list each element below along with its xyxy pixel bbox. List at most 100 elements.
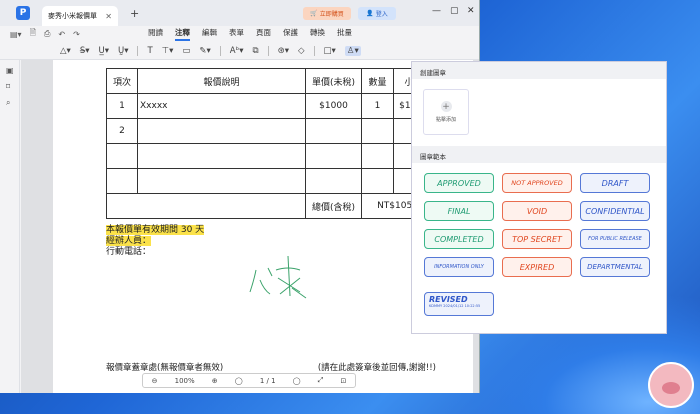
title-bar: P 麥秀小米報價單 ✕ + 🛒 立即購買 👤 登入 — ▢ ✕ bbox=[0, 0, 479, 26]
table-cell: $1000 bbox=[305, 93, 362, 119]
save-icon[interactable]: 🗎 bbox=[30, 27, 36, 41]
table-cell: 2 bbox=[106, 118, 138, 144]
menu-page[interactable]: 頁面 bbox=[256, 27, 271, 41]
undo-icon[interactable]: ↶ bbox=[58, 30, 65, 39]
table-cell bbox=[137, 118, 306, 144]
shape-tool-icon[interactable]: □▾ bbox=[324, 46, 336, 56]
validity-note: 本報價單有效期間 30 天 bbox=[106, 225, 205, 235]
stamp-information-only[interactable]: INFORMATION ONLY bbox=[424, 257, 494, 277]
stamp-approved[interactable]: APPROVED bbox=[424, 173, 494, 193]
text-format-icon[interactable]: Aᵇ▾ bbox=[230, 46, 244, 56]
sign-return-label: (請在此處簽章後並回傳,謝謝!!) bbox=[317, 363, 436, 373]
stamp-not-approved[interactable]: NOT APPROVED bbox=[502, 173, 572, 193]
stamp-area-label: 報價章蓋章處(無報價章者無效) bbox=[106, 363, 224, 373]
left-sidebar: ▣ ⌑ ⌕ bbox=[0, 60, 20, 393]
print-icon[interactable]: ⎙ bbox=[44, 29, 50, 39]
file-menu-icon[interactable]: ▤▾ bbox=[10, 30, 22, 39]
stamp-for-public-release[interactable]: FOR PUBLIC RELEASE bbox=[580, 229, 650, 249]
note-tool-icon[interactable]: ▭ bbox=[182, 46, 190, 56]
app-logo-icon: P bbox=[16, 6, 30, 20]
revised-subtitle: KDMMY 2024/01/12 10:22:55 bbox=[429, 304, 481, 308]
squiggly-tool-icon[interactable]: Ṵ▾ bbox=[118, 46, 129, 56]
zoom-in-icon[interactable]: ⊕ bbox=[212, 377, 218, 385]
annotation-toolbar: △▾ S̶▾ U̲▾ Ṵ▾ T ⊤▾ ▭ ✎▾ Aᵇ▾ ⧉ ⊛▾ ◇ □▾ ♙▾ bbox=[0, 42, 479, 60]
underline-tool-icon[interactable]: U̲▾ bbox=[98, 46, 109, 56]
fit-page-icon[interactable]: ⊡ bbox=[340, 377, 346, 385]
eraser-tool-icon[interactable]: ◇ bbox=[298, 46, 305, 56]
pdf-editor-window: P 麥秀小米報價單 ✕ + 🛒 立即購買 👤 登入 — ▢ ✕ ▤▾ 🗎 ⎙ ↶… bbox=[0, 0, 480, 393]
stamp-final[interactable]: FINAL bbox=[424, 201, 494, 221]
header-description: 報價說明 bbox=[137, 68, 306, 94]
menu-form[interactable]: 表單 bbox=[229, 27, 244, 41]
search-icon[interactable]: ⌕ bbox=[6, 98, 19, 108]
minimize-icon[interactable]: — bbox=[432, 6, 441, 16]
menu-convert[interactable]: 轉換 bbox=[310, 27, 325, 41]
fit-width-icon[interactable]: ⤢ bbox=[318, 376, 324, 385]
document-tab-title: 麥秀小米報價單 bbox=[48, 12, 97, 20]
phone-label: 行動電話： bbox=[106, 247, 152, 257]
add-stamp-label: 點擊添加 bbox=[435, 117, 456, 123]
pencil-tool-icon[interactable]: ✎▾ bbox=[199, 46, 210, 56]
stamp-revised[interactable]: REVISED KDMMY 2024/01/12 10:22:55 bbox=[424, 292, 494, 316]
menu-read[interactable]: 閱讀 bbox=[148, 27, 163, 41]
close-icon[interactable]: ✕ bbox=[467, 6, 475, 16]
new-tab-icon[interactable]: + bbox=[130, 7, 139, 20]
table-row bbox=[106, 168, 434, 194]
pdf-page: 項次 報價說明 單價(未稅) 數量 小計 1 Xxxxx $1000 1 $10… bbox=[53, 60, 473, 393]
menu-annotate[interactable]: 注釋 bbox=[175, 27, 190, 41]
zoom-level[interactable]: 100% bbox=[175, 377, 195, 385]
zoom-out-icon[interactable]: ⊖ bbox=[152, 377, 158, 385]
quick-access: ▤▾ 🗎 ⎙ ↶ ↷ bbox=[10, 27, 80, 41]
quote-notes: 本報價單有效期間 30 天 經辦人員： 行動電話： bbox=[106, 225, 205, 258]
page-indicator[interactable]: 1 / 1 bbox=[260, 377, 276, 385]
stamp-tool-icon[interactable]: ♙▾ bbox=[344, 46, 361, 56]
prev-page-icon[interactable]: ◯ bbox=[235, 377, 243, 385]
revised-title: REVISED bbox=[429, 295, 468, 304]
callout-tool-icon[interactable]: ⊤▾ bbox=[162, 46, 174, 56]
stamp-draft[interactable]: DRAFT bbox=[580, 173, 650, 193]
table-cell: Xxxxx bbox=[137, 93, 306, 119]
menu-protect[interactable]: 保護 bbox=[283, 27, 298, 41]
text-box-tool-icon[interactable]: T bbox=[147, 46, 152, 56]
maximize-icon[interactable]: ▢ bbox=[450, 6, 459, 16]
stamp-void[interactable]: VOID bbox=[502, 201, 572, 221]
next-page-icon[interactable]: ◯ bbox=[293, 377, 301, 385]
table-row: 1 Xxxxx $1000 1 $1000 bbox=[106, 93, 434, 119]
toolbar-divider bbox=[267, 46, 269, 56]
table-total-row: 總價(含稅) NT$1050 bbox=[106, 193, 434, 219]
stamp-completed[interactable]: COMPLETED bbox=[424, 229, 494, 249]
contact-label: 經辦人員： bbox=[106, 236, 152, 246]
toolbar-divider bbox=[219, 46, 221, 56]
header-item-no: 項次 bbox=[106, 68, 138, 94]
login-button[interactable]: 👤 登入 bbox=[358, 7, 396, 20]
redo-icon[interactable]: ↷ bbox=[73, 30, 80, 39]
thumbnails-icon[interactable]: ▣ bbox=[6, 66, 19, 76]
stamp-confidential[interactable]: CONFIDENTIAL bbox=[580, 201, 650, 221]
table-cell bbox=[361, 168, 394, 194]
document-tab[interactable]: 麥秀小米報價單 ✕ bbox=[42, 6, 118, 26]
mascot-logo bbox=[648, 362, 694, 408]
handwritten-signature[interactable] bbox=[248, 250, 328, 300]
stamp-top-secret[interactable]: TOP SECRET bbox=[502, 229, 572, 249]
strikethrough-tool-icon[interactable]: S̶▾ bbox=[80, 46, 90, 56]
add-stamp-button[interactable]: + 點擊添加 bbox=[423, 89, 469, 135]
stamp-template-grid: APPROVED NOT APPROVED DRAFT FINAL VOID C… bbox=[424, 173, 650, 277]
buy-now-button[interactable]: 🛒 立即購買 bbox=[303, 7, 351, 20]
table-cell bbox=[106, 168, 138, 194]
tab-close-icon[interactable]: ✕ bbox=[105, 12, 112, 21]
signature-tool-icon[interactable]: ⊛▾ bbox=[278, 46, 289, 56]
table-cell bbox=[106, 193, 306, 219]
stamp-expired[interactable]: EXPIRED bbox=[502, 257, 572, 277]
highlight-tool-icon[interactable]: △▾ bbox=[60, 46, 71, 56]
image-tool-icon[interactable]: ⧉ bbox=[253, 46, 259, 56]
table-cell bbox=[137, 168, 306, 194]
plus-icon: + bbox=[440, 101, 452, 112]
menu-edit[interactable]: 編輯 bbox=[202, 27, 217, 41]
menu-batch[interactable]: 批量 bbox=[337, 27, 352, 41]
table-cell bbox=[361, 118, 394, 144]
stamp-departmental[interactable]: DEPARTMENTAL bbox=[580, 257, 650, 277]
header-quantity: 數量 bbox=[361, 68, 394, 94]
signature-footer: 報價章蓋章處(無報價章者無效) (請在此處簽章後並回傳,謝謝!!) bbox=[106, 361, 436, 373]
table-cell: 1 bbox=[361, 93, 394, 119]
bookmark-icon[interactable]: ⌑ bbox=[6, 82, 19, 92]
